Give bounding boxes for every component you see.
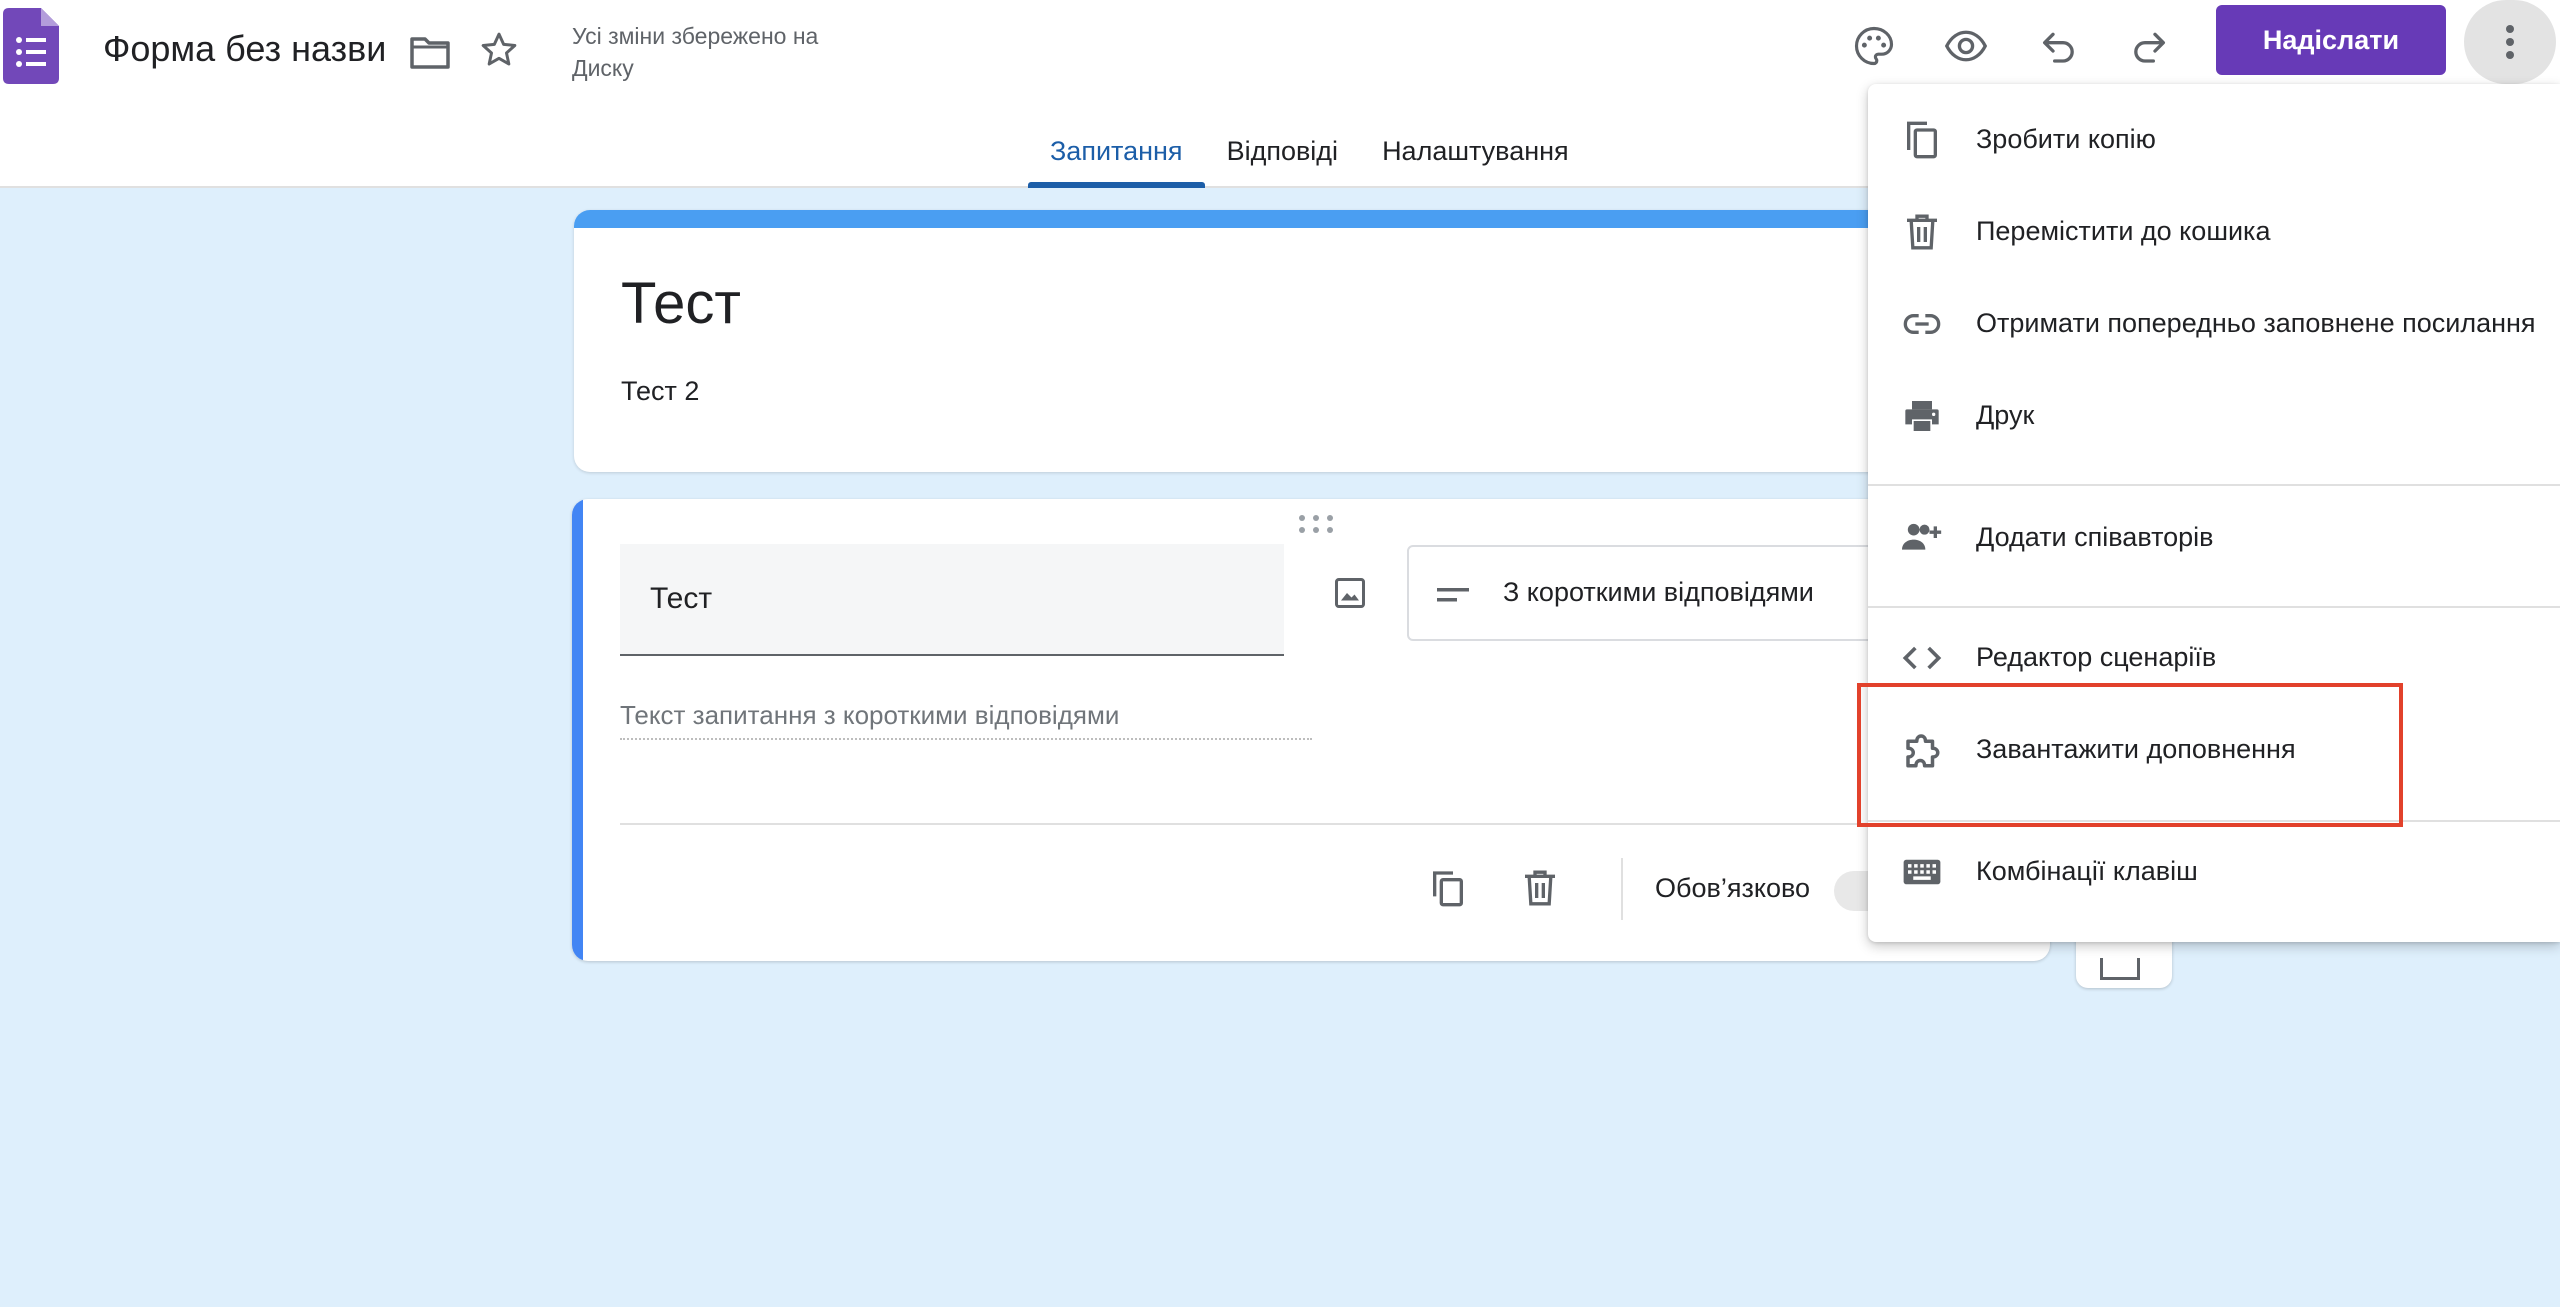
drag-handle-icon[interactable] (1296, 513, 1336, 535)
trash-icon (1898, 208, 1946, 256)
add-section-icon[interactable] (2100, 958, 2140, 980)
forms-logo-icon[interactable] (3, 8, 59, 84)
form-title[interactable]: Тест (621, 270, 741, 337)
undo-icon[interactable] (2026, 14, 2090, 78)
redo-icon[interactable] (2118, 14, 2182, 78)
menu-item-add-collaborators[interactable]: Додати співавторів (1868, 492, 2560, 584)
menu-item-move-to-trash[interactable]: Перемістити до кошика (1868, 186, 2560, 278)
link-icon (1898, 300, 1946, 348)
required-label: Обов’язково (1655, 873, 1811, 903)
menu-item-label: Зробити копію (1976, 124, 2156, 154)
eye-icon[interactable] (1934, 14, 1998, 78)
menu-item-make-copy[interactable]: Зробити копію (1868, 94, 2560, 186)
image-icon[interactable] (1318, 561, 1382, 625)
delete-icon[interactable] (1512, 860, 1568, 916)
footer-vertical-divider (1621, 858, 1623, 920)
card-footer-divider (620, 823, 2050, 825)
question-title-text: Тест (650, 582, 713, 615)
menu-item-label: Отримати попередньо заповнене посилання (1976, 308, 2536, 338)
folder-icon[interactable] (406, 28, 454, 76)
menu-item-label: Перемістити до кошика (1976, 216, 2271, 246)
question-title-input[interactable]: Тест (620, 544, 1284, 656)
save-status-text: Усі зміни збережено на Диску (572, 23, 819, 81)
menu-separator (1868, 606, 2560, 608)
tab-settings[interactable]: Налаштування (1360, 120, 1591, 188)
form-description[interactable]: Тест 2 (621, 376, 699, 407)
form-title-card[interactable]: Тест Тест 2 (574, 210, 2050, 472)
menu-item-label: Комбінації клавіш (1976, 856, 2198, 886)
menu-item-label: Додати співавторів (1976, 522, 2214, 552)
print-icon (1898, 392, 1946, 440)
menu-item-prefilled-link[interactable]: Отримати попередньо заповнене посилання (1868, 278, 2560, 370)
duplicate-icon[interactable] (1420, 860, 1476, 916)
palette-icon[interactable] (1842, 14, 1906, 78)
tab-responses[interactable]: Відповіді (1205, 120, 1361, 188)
send-button[interactable]: Надіслати (2216, 5, 2446, 75)
document-title[interactable]: Форма без назви (103, 28, 386, 70)
copy-icon (1898, 116, 1946, 164)
menu-item-print[interactable]: Друк (1868, 370, 2560, 462)
question-card[interactable]: Тест З короткими відповідями Текст запит… (572, 499, 2050, 961)
star-icon[interactable] (475, 26, 523, 74)
short-answer-placeholder: Текст запитання з короткими відповідями (620, 700, 1312, 740)
tab-questions[interactable]: Запитання (1028, 120, 1205, 188)
keyboard-icon (1898, 848, 1946, 896)
highlight-annotation-box (1857, 683, 2403, 827)
form-tabs: Запитання Відповіді Налаштування (1028, 120, 1591, 188)
add-people-icon (1898, 514, 1946, 562)
question-type-label: З короткими відповідями (1503, 577, 1814, 607)
title-card-accent (574, 210, 2050, 228)
short-answer-icon (1435, 577, 1471, 618)
code-icon (1898, 634, 1946, 682)
menu-separator (1868, 484, 2560, 486)
menu-item-label: Редактор сценаріїв (1976, 642, 2217, 672)
menu-item-keyboard-shortcuts[interactable]: Комбінації клавіш (1868, 826, 2560, 918)
menu-item-label: Друк (1976, 400, 2035, 430)
active-card-indicator (572, 499, 583, 961)
more-vert-icon[interactable] (2464, 0, 2556, 84)
